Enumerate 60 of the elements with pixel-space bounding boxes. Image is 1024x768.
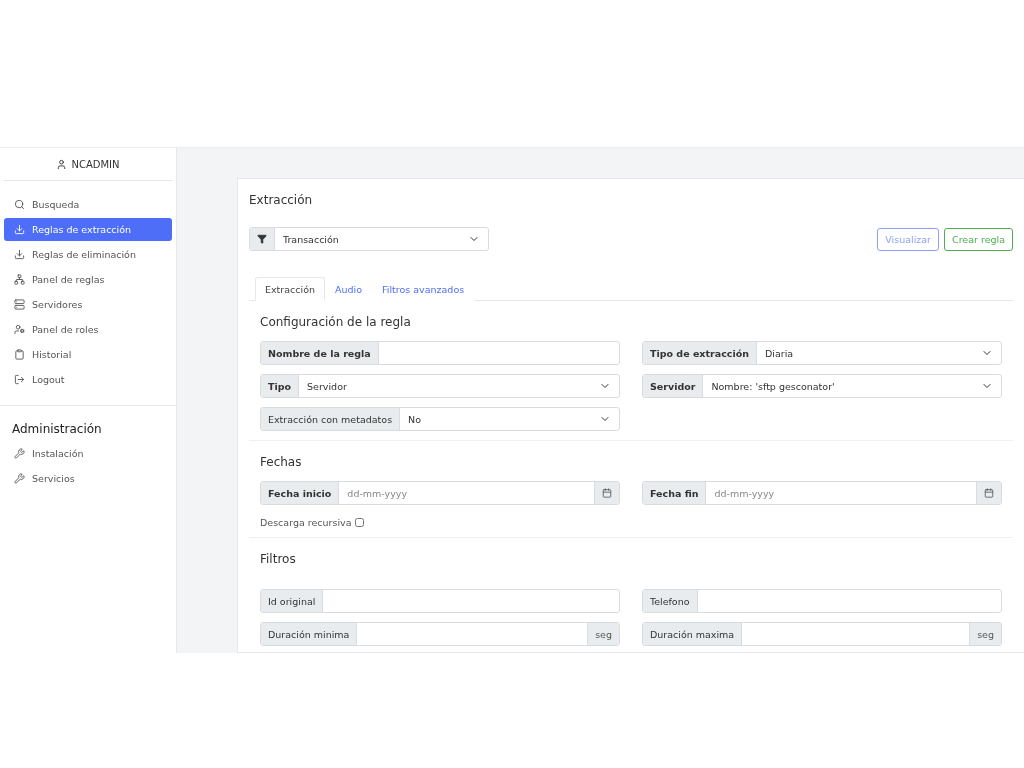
nav-item[interactable]: Historial	[4, 343, 172, 366]
download-icon	[14, 224, 25, 235]
nav-item[interactable]: Panel de reglas	[4, 268, 172, 291]
select-field[interactable]: Tipo de extracción Diaria	[642, 341, 1002, 365]
logout-icon	[14, 374, 25, 385]
field-label: Tipo	[261, 375, 300, 397]
tab[interactable]: Extracción	[255, 277, 325, 301]
placeholder-text: dd-mm-yyyy	[347, 487, 408, 499]
filter-select[interactable]: Transacción	[249, 227, 489, 251]
download-icon	[14, 249, 25, 260]
nav-item[interactable]: Servidores	[4, 293, 172, 316]
select-field[interactable]: Servidor Nombre: 'sftp gesconator'	[642, 374, 1002, 398]
placeholder-text: dd-mm-yyyy	[714, 487, 775, 499]
field-label: Fecha fin	[643, 482, 707, 504]
date-field[interactable]: Fecha fin dd-mm-yyyy	[642, 481, 1002, 505]
field-label: Duración minima	[261, 623, 358, 645]
checkbox[interactable]	[354, 518, 364, 527]
unit-label: seg	[969, 623, 1001, 645]
field-label: Duración maxima	[643, 623, 743, 645]
network-icon	[14, 274, 25, 285]
section-heading: Configuración de la regla	[260, 315, 412, 329]
clipboard-icon	[14, 349, 25, 360]
nav-item[interactable]: Reglas de extracción	[4, 218, 172, 241]
section-heading: Fechas	[260, 455, 303, 469]
input-field[interactable]: Duración maxima seg	[642, 622, 1002, 646]
input-field[interactable]: Duración minima seg	[260, 622, 620, 646]
user-name: NCADMIN	[71, 158, 120, 170]
date-field[interactable]: Fecha inicio dd-mm-yyyy	[260, 481, 620, 505]
tools-icon	[14, 448, 25, 459]
checkbox-label: Descarga recursiva	[260, 517, 352, 528]
nav-item[interactable]: Reglas de eliminación	[4, 243, 172, 266]
user-cog-icon	[14, 324, 25, 335]
field-label: Extracción con metadatos	[261, 408, 401, 430]
unit-label: seg	[587, 623, 619, 645]
tools-icon	[14, 473, 25, 484]
field-label: Nombre de la regla	[261, 342, 379, 364]
field-label: Tipo de extracción	[643, 342, 757, 364]
field-label: Fecha inicio	[261, 482, 340, 504]
nav-item[interactable]: Servicios	[4, 467, 172, 490]
field-label: Id original	[261, 590, 324, 612]
nav-item[interactable]: Busqueda	[4, 193, 172, 216]
field-label: Servidor	[643, 375, 704, 397]
calendar-icon	[984, 488, 994, 498]
input-field[interactable]: Id original	[260, 589, 620, 613]
user-icon	[56, 158, 68, 170]
select-field[interactable]: Tipo Servidor	[260, 374, 620, 398]
filter-icon	[257, 234, 267, 244]
page-title: Extracción	[249, 193, 314, 207]
calendar-icon	[602, 488, 612, 498]
server-icon	[14, 299, 25, 310]
nav-item[interactable]: Instalación	[4, 442, 172, 465]
field-label: Telefono	[643, 590, 698, 612]
section-heading: Filtros	[260, 552, 297, 566]
nav-item[interactable]: Panel de roles	[4, 318, 172, 341]
nav-item[interactable]: Logout	[4, 368, 172, 391]
select-field[interactable]: Extracción con metadatos No	[260, 407, 620, 431]
input-field[interactable]: Nombre de la regla	[260, 341, 620, 365]
section-heading: Administración	[11, 421, 103, 438]
input-field[interactable]: Telefono	[642, 589, 1002, 613]
search-icon	[14, 199, 25, 210]
